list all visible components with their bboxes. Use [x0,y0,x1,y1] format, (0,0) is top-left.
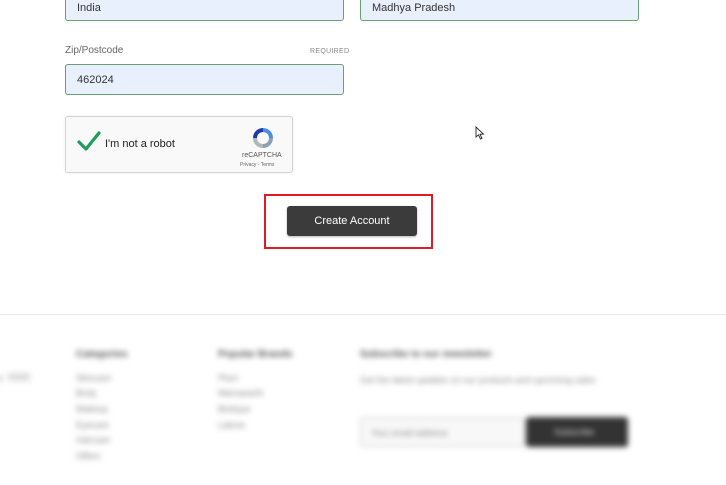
recaptcha-privacy-terms-link[interactable]: Privacy - Terms [240,162,274,168]
footer-brand-link[interactable]: Plum [218,373,239,383]
footer-category-link[interactable]: Offers [76,451,100,461]
country-field[interactable]: India [65,0,344,21]
state-value: Madhya Pradesh [372,1,456,14]
recaptcha-widget: I'm not a robot reCAPTCHA Privacy - Term… [65,116,293,173]
footer-category-link[interactable]: Haircare [76,435,110,445]
recaptcha-brand: reCAPTCHA [242,152,282,159]
footer-category-link[interactable]: Body [76,388,97,398]
footer-newsletter-text: Get the latest updates on our products a… [360,375,596,385]
footer-brand-link[interactable]: Lakme [218,420,245,430]
footer-left-badge [8,373,30,381]
footer-category-link[interactable]: Skincare [76,373,111,383]
zip-label: Zip/Postcode [65,45,124,56]
mouse-cursor-icon [475,125,485,145]
country-value: India [77,1,101,14]
state-field[interactable]: Madhya Pradesh [360,0,639,21]
checkmark-icon [77,131,101,151]
footer-brand-link[interactable]: Mamaearth [218,388,264,398]
newsletter-placeholder: Your email address [371,428,448,438]
footer-categories-heading: Categories [76,349,128,360]
recaptcha-logo-icon [251,126,275,155]
newsletter-subscribe-button[interactable]: Subscribe [526,417,628,447]
recaptcha-label: I'm not a robot [105,138,175,150]
footer-category-link[interactable]: Eyecare [76,420,109,430]
zip-field[interactable]: 462024 [65,64,344,95]
zip-required-tag: REQUIRED [310,48,350,55]
footer-left-fragment: e [0,373,4,383]
footer: e Categories Skincare Body Makeup Eyecar… [0,315,726,485]
footer-brands-heading: Popular Brands [218,349,293,360]
zip-value: 462024 [77,73,114,86]
footer-newsletter-heading: Subscribe to our newsletter [360,349,492,360]
newsletter-email-input[interactable]: Your email address [360,417,525,447]
footer-brand-link[interactable]: Biotique [218,404,251,414]
recaptcha-checkbox[interactable] [77,130,101,157]
footer-category-link[interactable]: Makeup [76,404,108,414]
create-account-button[interactable]: Create Account [287,206,417,236]
newsletter-button-label: Subscribe [554,427,595,437]
